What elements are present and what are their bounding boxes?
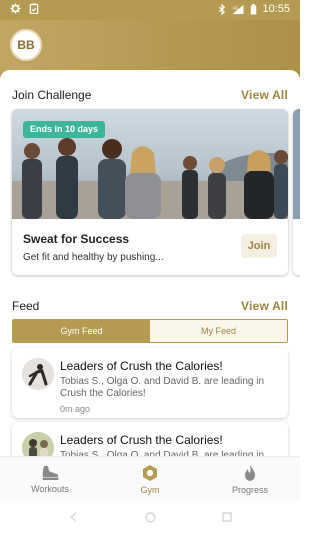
join-button[interactable]: Join bbox=[241, 234, 277, 258]
home-icon[interactable] bbox=[144, 511, 156, 523]
clipboard-icon bbox=[29, 3, 39, 14]
bottom-navigation: Workouts Gym Progress bbox=[0, 456, 300, 501]
gear-icon bbox=[10, 3, 21, 14]
feed-header: Feed View All bbox=[12, 299, 288, 313]
shoe-icon bbox=[42, 465, 59, 480]
feed-thumbnail bbox=[22, 358, 54, 390]
signal-4g-icon: 4G bbox=[232, 4, 244, 14]
system-navigation-bar bbox=[0, 501, 300, 533]
recents-icon[interactable] bbox=[221, 512, 232, 522]
feed-item[interactable]: Leaders of Crush the Calories! Tobias S.… bbox=[12, 422, 288, 460]
nav-progress[interactable]: Progress bbox=[200, 457, 300, 501]
battery-icon bbox=[251, 3, 257, 15]
feed-tabs: Gym Feed My Feed bbox=[12, 319, 288, 343]
gym-icon bbox=[143, 464, 157, 481]
tab-my-feed[interactable]: My Feed bbox=[150, 320, 287, 342]
ends-in-badge: Ends in 10 days bbox=[23, 121, 106, 138]
view-all-challenges-link[interactable]: View All bbox=[241, 88, 288, 102]
view-all-feed-link[interactable]: View All bbox=[241, 299, 288, 313]
challenge-image: Ends in 10 days bbox=[12, 109, 288, 219]
back-icon[interactable] bbox=[69, 512, 79, 522]
flame-icon bbox=[244, 464, 256, 481]
section-title-join-challenge: Join Challenge bbox=[12, 88, 92, 102]
tab-gym-feed[interactable]: Gym Feed bbox=[13, 320, 150, 342]
challenge-description: Get fit and healthy by pushing... bbox=[23, 252, 164, 263]
nav-label-progress: Progress bbox=[231, 484, 268, 495]
status-time: 10:55 bbox=[262, 3, 290, 15]
svg-text:4G: 4G bbox=[233, 5, 240, 10]
main-content: Join Challenge View All Ends in 10 days … bbox=[0, 70, 300, 460]
section-title-feed: Feed bbox=[12, 299, 40, 313]
nav-label-workouts: Workouts bbox=[31, 483, 69, 494]
next-challenge-card[interactable] bbox=[293, 109, 300, 275]
status-bar: 4G 10:55 bbox=[0, 0, 300, 20]
nav-label-gym: Gym bbox=[140, 484, 160, 495]
nav-workouts[interactable]: Workouts bbox=[0, 457, 100, 501]
feed-item-text: Tobias S., Olga O. and David B. are lead… bbox=[60, 376, 265, 399]
bluetooth-icon bbox=[219, 3, 226, 15]
join-challenge-header: Join Challenge View All bbox=[12, 88, 288, 102]
nav-gym[interactable]: Gym bbox=[100, 457, 200, 501]
feed-item-time: 0m ago bbox=[60, 404, 91, 414]
feed-item-title: Leaders of Crush the Calories! bbox=[60, 359, 223, 373]
avatar[interactable]: BB bbox=[10, 29, 42, 61]
challenge-title: Sweat for Success bbox=[23, 232, 130, 246]
feed-item[interactable]: Leaders of Crush the Calories! Tobias S.… bbox=[12, 348, 288, 418]
feed-item-title: Leaders of Crush the Calories! bbox=[60, 433, 223, 447]
challenge-card[interactable]: Ends in 10 days Sweat for Success Get fi… bbox=[12, 109, 288, 275]
